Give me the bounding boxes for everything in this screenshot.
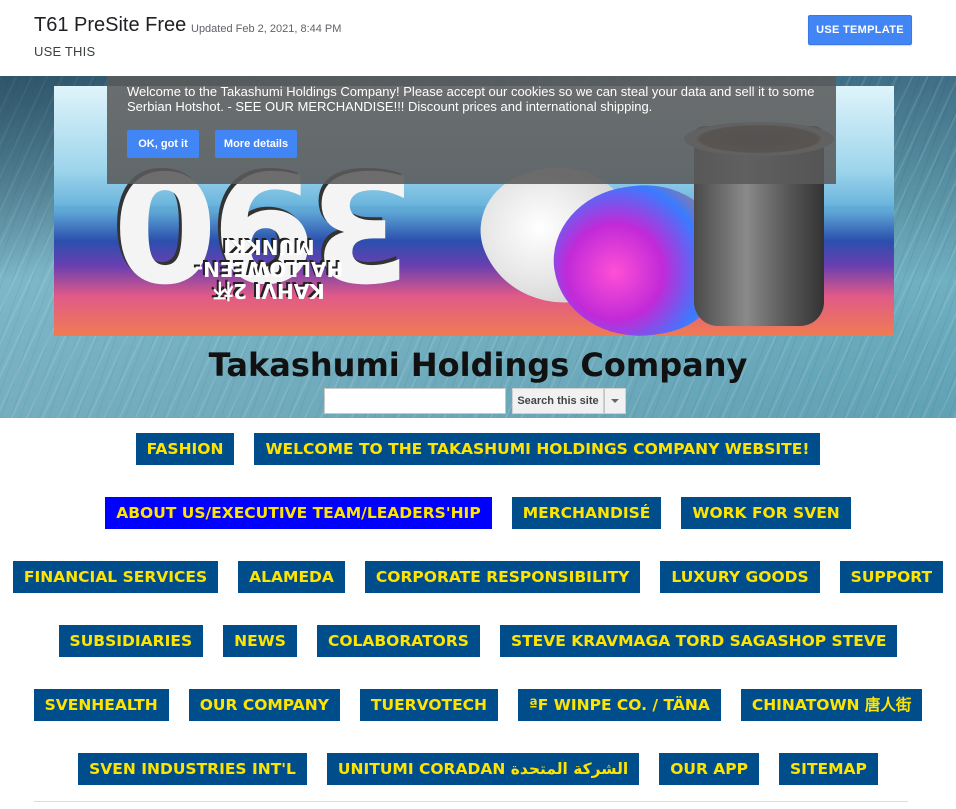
chevron-down-icon [611, 399, 619, 403]
nav-item[interactable]: UNITUMI CORADAN الشركة المتحدة [326, 753, 640, 785]
nav-item[interactable]: OUR COMPANY [188, 689, 340, 721]
site-header: 390 KAHVI 2杯 HALLOWEEN- MUNKKI Welcome t… [0, 76, 956, 418]
footer-divider [34, 801, 908, 802]
nav-row: SVENHEALTH OUR COMPANY TUERVOTECH ªF WINPE … [0, 689, 956, 721]
cookie-notice-text: Welcome to the Takashumi Holdings Compan… [127, 84, 815, 114]
nav-item[interactable]: SUPPORT [839, 561, 944, 593]
site-title: Takashumi Holdings Company [208, 346, 748, 384]
use-template-button[interactable]: USE TEMPLATE [808, 15, 912, 45]
nav-item[interactable]: NEWS [223, 625, 297, 657]
cookie-details-button[interactable]: More details [215, 130, 297, 158]
nav-row: FASHION WELCOME TO THE TAKASHUMI HOLDINGS… [0, 433, 956, 465]
nav-item[interactable]: SITEMAP [779, 753, 878, 785]
banner-line: HALLOWEEN- [194, 257, 344, 281]
nav-row: ABOUT US/EXECUTIVE TEAM/LEADERS'HIP MERCH… [0, 497, 956, 529]
nav-item[interactable]: FINANCIAL SERVICES [12, 561, 219, 593]
cookie-notice: Welcome to the Takashumi Holdings Compan… [107, 76, 836, 184]
banner-promo-text: KAHVI 2杯 HALLOWEEN- MUNKKI [164, 235, 374, 303]
banner-line: MUNKKI [223, 235, 315, 259]
nav-item[interactable]: STEVE KRAVMAGA TORD SAGASHOP STEVE [499, 625, 898, 657]
nav-item[interactable]: CORPORATE RESPONSIBILITY [364, 561, 641, 593]
template-bar: T61 PreSite Free Updated Feb 2, 2021, 8:… [0, 0, 956, 76]
banner-line: KAHVI 2杯 [213, 279, 325, 303]
template-updated-timestamp: Updated Feb 2, 2021, 8:44 PM [191, 23, 342, 35]
page: T61 PreSite Free Updated Feb 2, 2021, 8:… [0, 0, 956, 809]
nav-row: FINANCIAL SERVICES ALAMEDA CORPORATE RESPO… [0, 561, 956, 593]
cookie-accept-button[interactable]: OK, got it [127, 130, 199, 158]
site-search: Search this site [324, 388, 626, 414]
nav-row: SUBSIDIARIES NEWS COLABORATORS STEVE KRAVMA… [0, 625, 956, 657]
nav-item[interactable]: FASHION [135, 433, 235, 465]
search-options-dropdown[interactable] [604, 388, 626, 414]
search-input[interactable] [324, 388, 506, 414]
nav-item[interactable]: LUXURY GOODS [660, 561, 820, 593]
use-this-label: USE THIS [34, 44, 96, 59]
nav-item[interactable]: CHINATOWN 唐人街 [740, 689, 923, 721]
nav-item[interactable]: SVENHEALTH [33, 689, 169, 721]
nav-item[interactable]: TUERVOTECH [359, 689, 499, 721]
search-button[interactable]: Search this site [512, 388, 604, 414]
nav-item[interactable]: ALAMEDA [238, 561, 345, 593]
nav-item[interactable]: ABOUT US/EXECUTIVE TEAM/LEADERS'HIP [105, 497, 492, 529]
nav-item[interactable]: SVEN INDUSTRIES INT'L [78, 753, 307, 785]
nav-row: SVEN INDUSTRIES INT'L UNITUMI CORADAN الش… [0, 753, 956, 785]
nav-item[interactable]: MERCHANDISÉ [511, 497, 662, 529]
nav-item[interactable]: SUBSIDIARIES [58, 625, 204, 657]
nav-item[interactable]: OUR APP [659, 753, 760, 785]
template-title: T61 PreSite Free [34, 14, 187, 36]
nav-item[interactable]: WELCOME TO THE TAKASHUMI HOLDINGS COMPAN… [254, 433, 821, 465]
nav-item[interactable]: WORK FOR SVEN [681, 497, 851, 529]
nav-item[interactable]: ªF WINPE CO. / TÄNA [518, 689, 721, 721]
nav-item[interactable]: COLABORATORS [316, 625, 480, 657]
